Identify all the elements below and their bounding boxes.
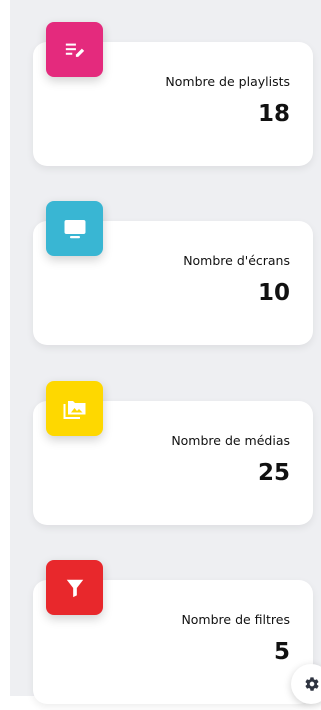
stat-value: 5 xyxy=(273,639,290,665)
stat-title: Nombre de playlists xyxy=(165,74,290,89)
stat-card-screens: Nombre d'écrans 10 xyxy=(33,201,313,345)
playlist-edit-icon xyxy=(46,22,103,77)
stat-card-filters: Nombre de filtres 5 xyxy=(33,560,313,704)
stat-value: 18 xyxy=(257,101,290,127)
filter-icon xyxy=(46,560,103,615)
stat-card-playlists: Nombre de playlists 18 xyxy=(33,22,313,166)
stat-title: Nombre de filtres xyxy=(181,612,290,627)
gear-icon xyxy=(305,677,319,691)
stat-title: Nombre d'écrans xyxy=(183,253,290,268)
monitor-icon xyxy=(46,201,103,256)
stat-value: 25 xyxy=(257,460,290,486)
stat-value: 10 xyxy=(257,280,290,306)
image-folder-icon xyxy=(46,381,103,436)
stat-title: Nombre de médias xyxy=(171,433,290,448)
stat-card-media: Nombre de médias 25 xyxy=(33,381,313,525)
